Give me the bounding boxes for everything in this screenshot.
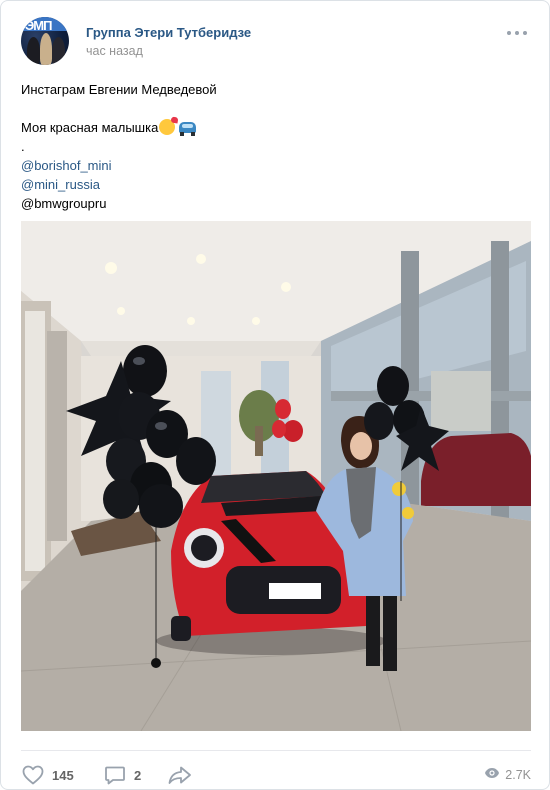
post-text-line: @bmwgroupru (21, 196, 107, 211)
like-count: 145 (52, 767, 74, 783)
post-text-line: Инстаграм Евгении Медведевой (21, 82, 217, 97)
avatar-figure (52, 37, 65, 65)
blue-car-emoji (179, 122, 197, 136)
comment-count: 2 (134, 767, 142, 783)
avatar-logo-text: ЭМП (25, 18, 52, 33)
post-text-line: . (21, 139, 25, 154)
mention-link[interactable]: @borishof_mini (21, 156, 531, 175)
group-avatar[interactable]: ЭМП (21, 17, 69, 65)
group-name-link[interactable]: Группа Этери Тутберидзе (86, 25, 251, 40)
share-button[interactable] (167, 763, 193, 787)
post-text-line: Моя красная малышка (21, 118, 531, 137)
showroom-photo-illustration (21, 221, 531, 731)
like-button[interactable]: 145 (21, 763, 74, 787)
views-counter: 2.7K (484, 763, 531, 787)
post-timestamp[interactable]: час назад (86, 44, 143, 58)
views-count: 2.7K (505, 768, 531, 782)
eye-icon (484, 766, 500, 784)
heart-outline-icon (21, 763, 45, 787)
mention-link[interactable]: @mini_russia (21, 175, 531, 194)
text-spacer (21, 99, 531, 118)
avatar-figure (27, 37, 40, 65)
comment-button[interactable]: 2 (103, 763, 141, 787)
post-photo[interactable] (21, 221, 531, 731)
post-text-fragment: Моя красная малышка (21, 120, 159, 135)
footer-divider (21, 750, 531, 751)
share-arrow-icon (167, 763, 193, 787)
post-header: ЭМП Группа Этери Тутберидзе час назад (21, 15, 531, 67)
more-horizontal-icon[interactable] (507, 29, 527, 37)
post-footer: 145 2 2.7K (21, 761, 531, 789)
post-text: Инстаграм Евгении Медведевой Моя красная… (21, 80, 531, 213)
avatar-figure (40, 33, 52, 65)
smiling-face-with-hearts-emoji (159, 119, 176, 135)
post-card: ЭМП Группа Этери Тутберидзе час назад Ин… (0, 0, 550, 790)
comment-bubble-icon (103, 763, 127, 787)
